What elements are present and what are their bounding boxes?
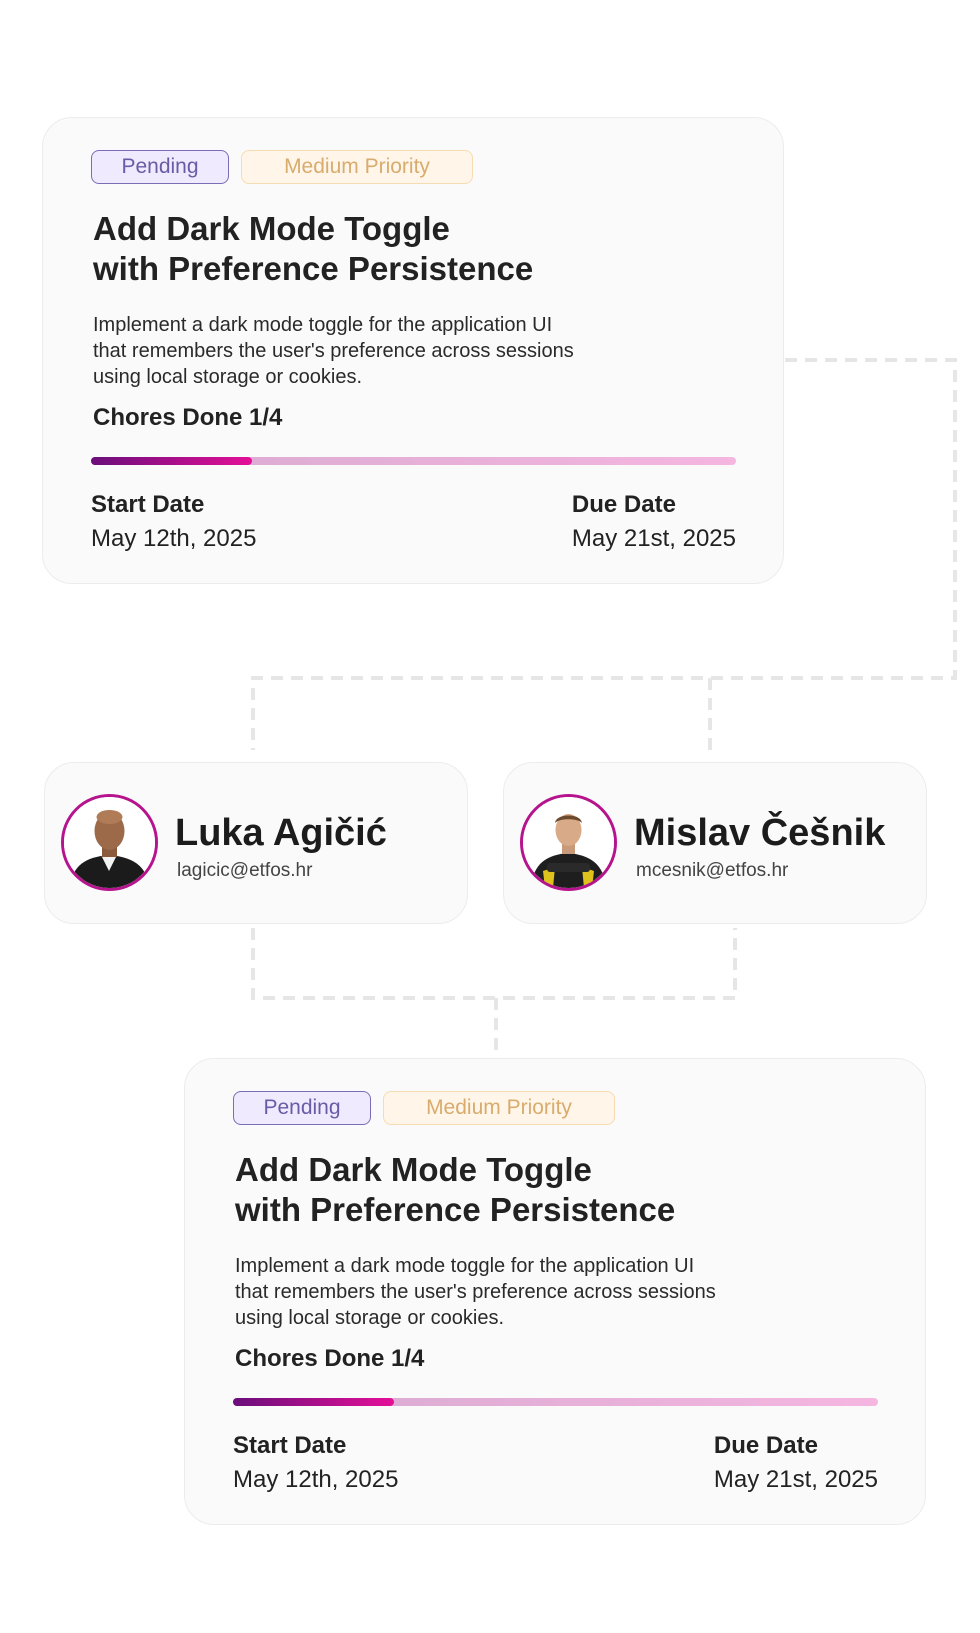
task-card[interactable]: Pending Medium Priority Add Dark Mode To… [184, 1058, 926, 1525]
due-date-value: May 21st, 2025 [713, 1466, 878, 1493]
due-date: Due Date May 21st, 2025 [714, 1431, 878, 1495]
chores-progress-label: Chores Done 1/4 [235, 1345, 425, 1372]
task-title-line: Add Dark Mode Toggle [93, 210, 450, 247]
task-description-line: that remembers the user's preference acr… [235, 1281, 716, 1303]
task-title-line: with Preference Persistence [93, 250, 534, 287]
user-email: mcesnik@etfos.hr [636, 860, 789, 881]
start-date-value: May 12th, 2025 [91, 525, 257, 552]
task-description-line: using local storage or cookies. [93, 366, 363, 388]
due-date-label: Due Date [713, 1432, 818, 1459]
chores-progress-label: Chores Done 1/4 [93, 404, 283, 431]
task-title: Add Dark Mode Toggle with Preference Per… [93, 209, 693, 289]
avatar [520, 794, 617, 891]
priority-badge: Medium Priority [241, 150, 473, 184]
due-date: Due Date May 21st, 2025 [572, 490, 736, 554]
user-name: Luka Agičić [175, 812, 387, 854]
chores-progress-bar [91, 457, 736, 465]
status-badge: Pending [233, 1091, 371, 1125]
start-date: Start Date May 12th, 2025 [91, 490, 256, 554]
user-email: lagicic@etfos.hr [177, 860, 313, 881]
start-date-label: Start Date [91, 491, 205, 518]
task-card[interactable]: Pending Medium Priority Add Dark Mode To… [42, 117, 784, 584]
start-date-value: May 12th, 2025 [233, 1466, 399, 1493]
chores-progress-fill [91, 457, 253, 465]
task-title-line: with Preference Persistence [235, 1191, 676, 1228]
task-description-line: using local storage or cookies. [235, 1307, 505, 1329]
chores-progress-bar [233, 1398, 878, 1406]
task-description-line: that remembers the user's preference acr… [93, 340, 574, 362]
due-date-label: Due Date [571, 491, 676, 518]
user-name: Mislav Češnik [634, 812, 886, 854]
chores-progress-fill [233, 1398, 395, 1406]
avatar [61, 794, 158, 891]
task-description-line: Implement a dark mode toggle for the app… [93, 314, 553, 336]
user-card-luka[interactable]: Luka Agičić lagicic@etfos.hr [44, 762, 468, 924]
task-description: Implement a dark mode toggle for the app… [235, 1253, 815, 1331]
user-card-mislav[interactable]: Mislav Češnik mcesnik@etfos.hr [503, 762, 927, 924]
task-title: Add Dark Mode Toggle with Preference Per… [235, 1150, 835, 1230]
start-date-label: Start Date [233, 1432, 347, 1459]
task-title-line: Add Dark Mode Toggle [235, 1151, 592, 1188]
task-description: Implement a dark mode toggle for the app… [93, 312, 673, 390]
start-date: Start Date May 12th, 2025 [233, 1431, 398, 1495]
priority-badge: Medium Priority [383, 1091, 615, 1125]
status-badge: Pending [91, 150, 229, 184]
task-description-line: Implement a dark mode toggle for the app… [235, 1255, 695, 1277]
due-date-value: May 21st, 2025 [571, 525, 736, 552]
